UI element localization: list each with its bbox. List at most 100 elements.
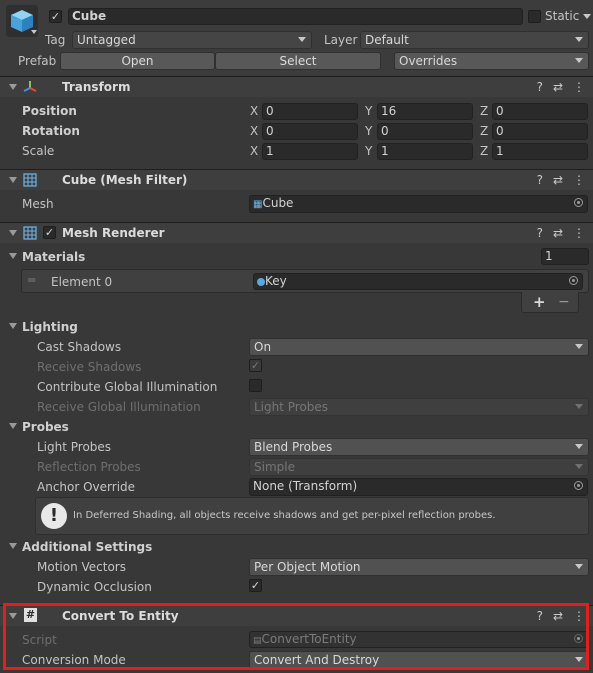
chevron-down-icon	[575, 444, 583, 449]
motion-vectors-dropdown[interactable]: Per Object Motion	[249, 558, 589, 576]
materials-foldout-icon[interactable]	[9, 253, 17, 259]
light-probes-label: Light Probes	[37, 440, 112, 454]
drag-handle-icon[interactable]: ═	[28, 273, 35, 287]
probes-foldout-icon[interactable]	[9, 423, 17, 429]
contribute-gi-label: Contribute Global Illumination	[37, 380, 218, 394]
chevron-down-icon	[575, 564, 583, 569]
tag-label: Tag	[45, 33, 66, 47]
cast-shadows-dropdown[interactable]: On	[249, 338, 589, 356]
receive-shadows-checkbox: ✓	[249, 359, 262, 372]
prefab-label: Prefab	[18, 54, 57, 68]
layer-label: Layer	[324, 33, 358, 47]
deferred-info-box: ! In Deferred Shading, all objects recei…	[35, 497, 589, 535]
anchor-override-label: Anchor Override	[37, 480, 136, 494]
additional-foldout-icon[interactable]	[9, 543, 17, 549]
position-y-field[interactable]: 16	[377, 103, 473, 120]
rotation-y-label: Y	[365, 124, 373, 138]
material-sphere-icon	[257, 277, 265, 286]
rotation-x-label: X	[250, 124, 259, 138]
scale-label: Scale	[22, 144, 55, 158]
object-picker-icon[interactable]	[574, 481, 583, 490]
materials-label: Materials	[22, 250, 86, 264]
layer-dropdown[interactable]: Default	[360, 31, 589, 49]
light-probes-dropdown[interactable]: Blend Probes	[249, 438, 589, 456]
rotation-z-field[interactable]: 0	[492, 123, 588, 140]
kebab-menu-icon[interactable]: ⋮	[573, 173, 585, 187]
reflection-probes-label: Reflection Probes	[37, 460, 141, 474]
foldout-arrow-icon[interactable]	[9, 84, 17, 90]
mesh-value: Cube	[262, 196, 294, 210]
contribute-gi-checkbox[interactable]	[249, 379, 262, 392]
scale-z-field[interactable]: 1	[492, 143, 588, 160]
tag-dropdown[interactable]: Untagged	[72, 31, 312, 49]
help-icon[interactable]: ?	[537, 226, 543, 240]
mesh-filter-title: Cube (Mesh Filter)	[62, 173, 188, 187]
position-z-field[interactable]: 0	[492, 103, 588, 120]
mesh-label: Mesh	[22, 197, 54, 211]
reflection-probes-value: Simple	[254, 460, 295, 474]
lighting-label: Lighting	[22, 320, 78, 334]
add-element-button[interactable]: +	[533, 293, 546, 311]
transform-header[interactable]: Transform ? ⇄ ⋮	[0, 76, 593, 97]
receive-gi-dropdown: Light Probes	[249, 398, 589, 416]
highlight-box	[3, 603, 589, 670]
prefab-overrides-dropdown[interactable]: Overrides	[394, 52, 589, 70]
reflection-probes-dropdown: Simple	[249, 458, 589, 476]
cube-gameobject-icon[interactable]	[6, 5, 38, 37]
position-x-label: X	[250, 104, 259, 118]
foldout-arrow-icon[interactable]	[9, 177, 17, 183]
mesh-renderer-header[interactable]: ✓ Mesh Renderer ? ⇄ ⋮	[0, 222, 593, 243]
mesh-renderer-enabled-checkbox[interactable]: ✓	[43, 226, 56, 239]
probes-label: Probes	[22, 420, 69, 434]
presets-icon[interactable]: ⇄	[553, 80, 563, 94]
position-y-label: Y	[365, 104, 373, 118]
scale-y-label: Y	[365, 144, 373, 158]
static-dropdown[interactable]: Static	[545, 9, 592, 23]
position-x-field[interactable]: 0	[262, 103, 358, 120]
element0-label: Element 0	[51, 275, 113, 289]
transform-title: Transform	[62, 80, 131, 94]
static-label: Static	[545, 9, 580, 23]
mesh-renderer-icon	[23, 226, 37, 240]
material-value: Key	[265, 274, 287, 288]
anchor-override-field[interactable]: None (Transform)	[249, 478, 588, 496]
list-footer	[521, 292, 579, 313]
presets-icon[interactable]: ⇄	[553, 173, 563, 187]
lighting-foldout-icon[interactable]	[9, 323, 17, 329]
material-object-field[interactable]: Key	[253, 273, 583, 290]
help-icon[interactable]: ?	[537, 173, 543, 187]
foldout-arrow-icon[interactable]	[9, 230, 17, 236]
kebab-menu-icon[interactable]: ⋮	[573, 80, 585, 94]
rotation-x-field[interactable]: 0	[262, 123, 358, 140]
dynamic-occlusion-checkbox[interactable]: ✓	[249, 579, 262, 592]
presets-icon[interactable]: ⇄	[553, 226, 563, 240]
object-picker-icon[interactable]	[574, 198, 583, 207]
light-probes-value: Blend Probes	[254, 440, 333, 454]
scale-x-label: X	[250, 144, 259, 158]
cast-shadows-label: Cast Shadows	[37, 340, 122, 354]
receive-gi-label: Receive Global Illumination	[37, 400, 201, 414]
help-icon[interactable]: ?	[537, 80, 543, 94]
rotation-z-label: Z	[480, 124, 489, 138]
overrides-label: Overrides	[399, 54, 458, 68]
mesh-filter-header[interactable]: Cube (Mesh Filter) ? ⇄ ⋮	[0, 169, 593, 190]
chevron-down-icon	[575, 464, 583, 469]
rotation-label: Rotation	[22, 124, 80, 138]
remove-element-button[interactable]: −	[558, 294, 570, 310]
kebab-menu-icon[interactable]: ⋮	[573, 226, 585, 240]
scale-x-field[interactable]: 1	[262, 143, 358, 160]
position-label: Position	[22, 104, 77, 118]
scale-y-field[interactable]: 1	[377, 143, 473, 160]
active-checkbox[interactable]: ✓	[49, 10, 62, 23]
prefab-open-button[interactable]: Open	[60, 52, 215, 70]
materials-count-field[interactable]: 1	[541, 248, 589, 265]
chevron-down-icon	[575, 58, 583, 63]
additional-settings-label: Additional Settings	[22, 540, 153, 554]
gameobject-name-field[interactable]: Cube	[68, 8, 523, 25]
rotation-y-field[interactable]: 0	[377, 123, 473, 140]
static-checkbox[interactable]	[528, 10, 541, 23]
prefab-select-button[interactable]: Select	[215, 52, 381, 70]
object-picker-icon[interactable]	[569, 276, 578, 285]
chevron-down-icon	[575, 344, 583, 349]
mesh-object-field[interactable]: ▦Cube	[249, 195, 588, 213]
